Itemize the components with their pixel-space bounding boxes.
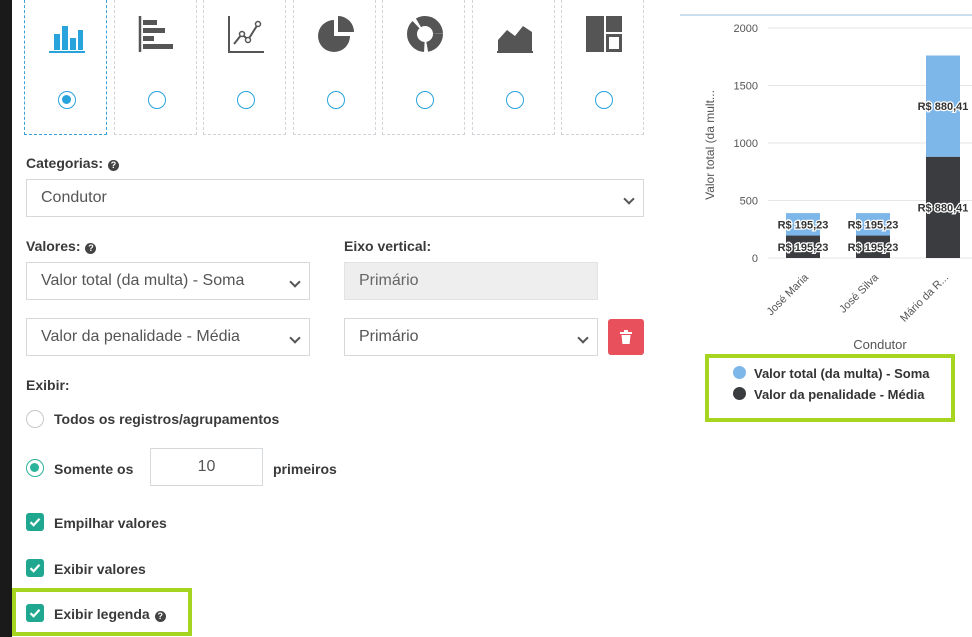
- axis-select-2[interactable]: Primário: [344, 318, 598, 356]
- chart-type-option[interactable]: [382, 0, 465, 135]
- chart-config-panel: Categorias:? Condutor Valores:? Eixo ver…: [12, 0, 972, 637]
- show-legend-checkbox[interactable]: [26, 604, 44, 622]
- show-legend-label[interactable]: Exibir legenda?: [54, 606, 166, 622]
- treemap-icon: [586, 16, 622, 52]
- chevron-down-icon: [577, 332, 589, 344]
- trash-icon: [620, 330, 632, 344]
- chart-type-radio[interactable]: [326, 91, 345, 109]
- value-select-1[interactable]: Valor total (da multa) - Soma: [26, 262, 310, 300]
- y-tick-label: 500: [740, 196, 758, 208]
- only-first-radio[interactable]: [26, 459, 44, 477]
- legend-marker: [733, 366, 746, 379]
- chart-type-radio[interactable]: [505, 91, 524, 109]
- chevron-down-icon: [289, 332, 301, 344]
- value-select-2[interactable]: Valor da penalidade - Média: [26, 318, 310, 356]
- chevron-down-icon: [289, 276, 301, 288]
- check-icon: [29, 518, 41, 527]
- vertical-axis-label: Eixo vertical:: [344, 238, 432, 254]
- check-icon: [29, 564, 41, 573]
- bar-chart-icon: [49, 26, 85, 53]
- help-icon[interactable]: ?: [154, 611, 166, 622]
- chart-type-radio[interactable]: [147, 91, 166, 109]
- legend-item[interactable]: Valor da penalidade - Média: [754, 387, 925, 402]
- chevron-down-icon: [623, 193, 635, 205]
- area-chart-icon: [496, 26, 533, 53]
- only-first-count-input[interactable]: 10: [150, 448, 263, 486]
- help-icon[interactable]: ?: [108, 160, 120, 171]
- line-chart-icon: [228, 16, 264, 53]
- only-first-prefix: Somente os: [54, 461, 134, 477]
- display-label: Exibir:: [26, 377, 70, 393]
- all-records-label[interactable]: Todos os registros/agrupamentos: [54, 411, 279, 427]
- x-tick-label: José Silva: [837, 271, 882, 316]
- categories-select[interactable]: Condutor: [26, 179, 644, 217]
- chart-type-option[interactable]: [561, 0, 644, 135]
- show-values-label[interactable]: Exibir valores: [54, 561, 146, 577]
- chart-type-radio[interactable]: [237, 91, 255, 109]
- help-icon[interactable]: ?: [85, 243, 97, 254]
- data-label-series-2: R$ 195,23: [778, 242, 829, 254]
- stack-values-checkbox[interactable]: [26, 513, 44, 531]
- value-select-2-text: Valor da penalidade - Média: [41, 328, 240, 345]
- legend-marker: [733, 387, 746, 400]
- show-values-checkbox[interactable]: [26, 559, 44, 577]
- chart-type-radio[interactable]: [416, 91, 434, 109]
- axis-field-1: Primário: [344, 262, 598, 300]
- value-select-1-text: Valor total (da multa) - Soma: [41, 272, 245, 289]
- chart-type-option[interactable]: [471, 0, 555, 135]
- horizontal-bar-chart-icon: [138, 16, 173, 52]
- stack-values-label[interactable]: Empilhar valores: [54, 515, 167, 531]
- axis-field-1-text: Primário: [359, 272, 419, 289]
- chart-type-option[interactable]: [113, 0, 197, 135]
- categories-select-value: Condutor: [41, 189, 107, 206]
- check-icon: [29, 609, 41, 618]
- y-tick-label: 0: [752, 253, 758, 265]
- chart-type-option[interactable]: [203, 0, 286, 135]
- data-label-series-2: R$ 880,41: [918, 202, 969, 214]
- x-tick-label: José Maria: [765, 271, 812, 318]
- data-label-series-1: R$ 195,23: [848, 219, 899, 231]
- y-tick-label: 2000: [734, 23, 758, 35]
- chart-preview: 0 500 1000 1500 2000 R$ 195,23 R$ 195,23 José M…: [680, 14, 972, 352]
- chart-type-option[interactable]: [24, 0, 107, 135]
- chart-type-radio[interactable]: [58, 91, 76, 109]
- y-axis-label: Valor total (da mult...: [703, 90, 717, 200]
- data-label-series-1: R$ 880,41: [918, 101, 969, 113]
- categories-label: Categorias:?: [26, 155, 120, 171]
- data-label-series-1: R$ 195,23: [778, 219, 829, 231]
- pie-chart-icon: [317, 16, 354, 52]
- x-tick-label: Mário da R...: [898, 272, 951, 325]
- chart-type-radio[interactable]: [595, 91, 613, 109]
- show-legend-text: Exibir legenda: [54, 606, 150, 622]
- only-first-suffix: primeiros: [273, 461, 337, 477]
- values-label-text: Valores:: [26, 238, 81, 254]
- y-tick-label: 1500: [734, 81, 758, 93]
- x-axis-label: Condutor: [853, 337, 907, 352]
- legend-item[interactable]: Valor total (da multa) - Soma: [754, 366, 930, 381]
- donut-chart-icon: [407, 16, 443, 52]
- y-tick-label: 1000: [734, 138, 758, 150]
- all-records-radio[interactable]: [26, 410, 44, 428]
- axis-select-2-text: Primário: [359, 328, 419, 345]
- categories-label-text: Categorias:: [26, 155, 104, 171]
- chart-type-option[interactable]: [292, 0, 376, 135]
- values-label: Valores:?: [26, 238, 97, 254]
- delete-value-button[interactable]: [608, 319, 644, 355]
- data-label-series-2: R$ 195,23: [848, 242, 899, 254]
